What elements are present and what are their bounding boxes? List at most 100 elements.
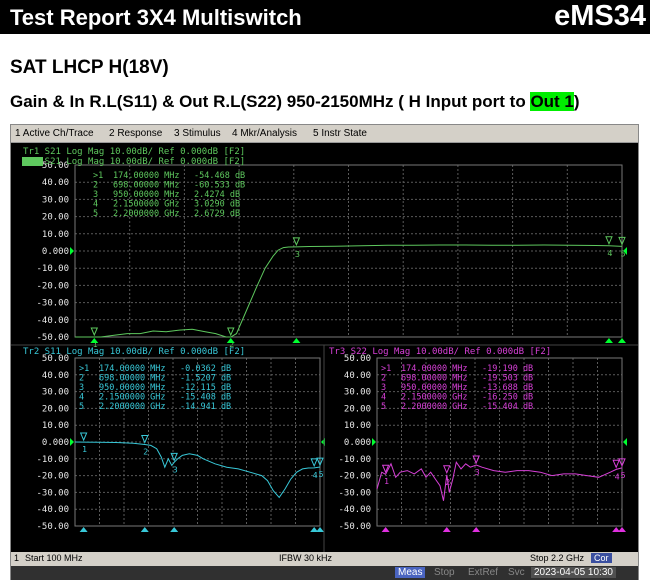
tr3-ytick-label: -10.00 (338, 455, 371, 465)
tr1-stimulus-marker (618, 338, 626, 343)
tr2-marker-freq: 174.00000 MHz (99, 364, 166, 374)
stimulus-status-bar: 1 Start 100 MHz IFBW 30 kHz Stop 2.2 GHz… (11, 552, 638, 566)
menu-mkr-analysis[interactable]: 4 Mkr/Analysis (232, 128, 297, 139)
tr3-ytick-label: -50.00 (338, 522, 371, 532)
tr3-trace-title: Tr3 S22 Log Mag 10.00dB/ Ref 0.000dB [F2… (329, 347, 551, 357)
tr3-marker-value: -19.503 dB (482, 374, 533, 384)
tr1-marker-id: 5 (93, 209, 98, 219)
instrument-status-line: Meas Stop ExtRef Svc 2023-04-05 10:30 (11, 566, 638, 580)
tr2-ytick-label: 0.000 (42, 438, 69, 448)
tr3-marker-freq: 698.00000 MHz (401, 374, 468, 384)
tr3-marker-id: 4 (381, 393, 386, 403)
tr2-marker-value: -15.408 dB (180, 393, 231, 403)
tr3-ytick-label: 40.00 (344, 371, 371, 381)
tr1-marker-number: 5 (620, 249, 625, 258)
menu-stimulus[interactable]: 3 Stimulus (174, 128, 221, 139)
tr3-marker-freq: 2.2000000 GHz (401, 402, 468, 412)
tr2-marker-freq: 698.00000 MHz (99, 374, 166, 384)
tr2-marker-freq: 950.00000 MHz (99, 383, 166, 393)
tr1-marker-id: 4 (93, 200, 98, 210)
measurement-heading: Gain & In R.L(S11) & Out R.L(S22) 950-21… (10, 92, 580, 112)
menu-instr-state[interactable]: 5 Instr State (313, 128, 367, 139)
menu-response[interactable]: 2 Response (109, 128, 162, 139)
tr2-ytick-label: 10.00 (42, 421, 69, 431)
tr3-marker-freq: 174.00000 MHz (401, 364, 468, 374)
stop-frequency[interactable]: Stop 2.2 GHz (530, 553, 584, 563)
tr2-marker-value: -0.0362 dB (180, 364, 231, 374)
channel-number: 1 (14, 553, 20, 563)
tr2-marker-glyph (79, 432, 88, 442)
tr3-marker-value: -13.688 dB (482, 383, 533, 393)
tr2-stimulus-marker (79, 527, 88, 532)
tr1-marker-glyph (227, 327, 235, 337)
tr3-ytick-label: -20.00 (338, 472, 371, 482)
trace-plots: 50.00 40.00 30.00 20.00 10.00 0.000 -10.00 -20.… (11, 143, 638, 552)
tr1-ytick-label: 10.00 (42, 230, 69, 240)
tr3-marker-id: 3 (381, 383, 386, 393)
plot-canvas: 50.0040.0030.0020.0010.000.000-10.00-20.… (11, 147, 638, 552)
tr1-trace-title: Tr1 S21 Log Mag 10.00dB/ Ref 0.000dB [F2… (23, 147, 245, 157)
tr2-ytick-label: 30.00 (42, 388, 69, 398)
tr4-trace-title: Tr4 S21 Log Mag 10.00dB/ Ref 0.000dB [F2… (23, 157, 245, 167)
tr1-marker-freq: 2.2000000 GHz (113, 209, 180, 219)
tr1-ytick-label: -50.00 (36, 333, 69, 343)
tr1-marker-id: 2 (93, 181, 98, 191)
tr2-marker-number: 4 (313, 471, 318, 480)
tr1-marker-freq: 174.00000 MHz (113, 171, 180, 181)
tr3-stimulus-marker (472, 527, 481, 532)
tr1-marker-number: 3 (295, 250, 300, 259)
tr2-marker-glyph (310, 458, 318, 468)
network-analyzer-screen: 1 Active Ch/Trace 2 Response 3 Stimulus … (10, 124, 639, 580)
tr3-marker-glyph (612, 459, 620, 469)
tr2-ytick-label: -40.00 (36, 505, 69, 515)
tr1-marker-value: 3.0290 dB (194, 200, 240, 210)
tr2-marker-id: 3 (79, 383, 84, 393)
tr2-marker-freq: 2.1500000 GHz (99, 393, 166, 403)
tr3-ytick-label: -30.00 (338, 488, 371, 498)
tr2-marker-value: -14.941 dB (180, 402, 231, 412)
tr1-ytick-label: 30.00 (42, 195, 69, 205)
tr2-ref-marker-left (70, 438, 74, 446)
output-port-highlight: Out 1 (530, 92, 574, 111)
tr1-ytick-label: -30.00 (36, 299, 69, 309)
ifbw-setting[interactable]: IFBW 30 kHz (279, 553, 332, 563)
tr2-marker-id: >1 (79, 364, 89, 374)
tr1-marker-freq: 2.1500000 GHz (113, 200, 180, 210)
tr3-ytick-label: -40.00 (338, 505, 371, 515)
tr2-ytick-label: 40.00 (42, 371, 69, 381)
tr3-marker-id: >1 (381, 364, 391, 374)
tr2-ytick-label: 20.00 (42, 404, 69, 414)
tr1-marker-id: 3 (93, 190, 98, 200)
tr3-marker-value: -19.190 dB (482, 364, 533, 374)
correction-badge: Cor (591, 553, 612, 563)
tr3-marker-number: 2 (445, 478, 450, 487)
tr2-marker-number: 5 (318, 470, 323, 479)
start-frequency[interactable]: Start 100 MHz (25, 553, 83, 563)
tr1-marker-value: 2.4274 dB (194, 190, 240, 200)
measurement-heading-text: Gain & In R.L(S11) & Out R.L(S22) 950-21… (10, 92, 531, 111)
date-time: 2023-04-05 10:30 (531, 567, 616, 578)
analyzer-menu-bar: 1 Active Ch/Trace 2 Response 3 Stimulus … (11, 125, 638, 143)
tr2-marker-number: 2 (143, 448, 148, 457)
tr2-stimulus-marker (170, 527, 179, 532)
tr3-marker-number: 4 (615, 472, 620, 481)
section-heading: SAT LHCP H(18V) (10, 57, 169, 78)
tr2-stimulus-marker (316, 527, 324, 532)
tr1-marker-value: -60.533 dB (194, 181, 245, 191)
tr1-ytick-label: -40.00 (36, 316, 69, 326)
tr2-marker-number: 1 (82, 445, 87, 454)
tr2-ytick-label: -50.00 (36, 522, 69, 532)
tr1-stimulus-marker (604, 338, 613, 343)
tr2-marker-number: 3 (173, 465, 178, 474)
tr3-marker-number: 5 (620, 471, 625, 480)
tr1-marker-freq: 950.00000 MHz (113, 190, 180, 200)
tr3-marker-freq: 2.1500000 GHz (401, 393, 468, 403)
tr3-ytick-label: 20.00 (344, 404, 371, 414)
tr1-ytick-label: -10.00 (36, 264, 69, 274)
menu-active-ch-trace[interactable]: 1 Active Ch/Trace (15, 128, 94, 139)
tr2-marker-freq: 2.2000000 GHz (99, 402, 166, 412)
product-code: eMS34 (554, 0, 646, 32)
tr3-marker-number: 1 (384, 477, 389, 486)
report-title: Test Report 3X4 Multiswitch (10, 5, 302, 30)
tr1-marker-value: -54.468 dB (194, 171, 245, 181)
